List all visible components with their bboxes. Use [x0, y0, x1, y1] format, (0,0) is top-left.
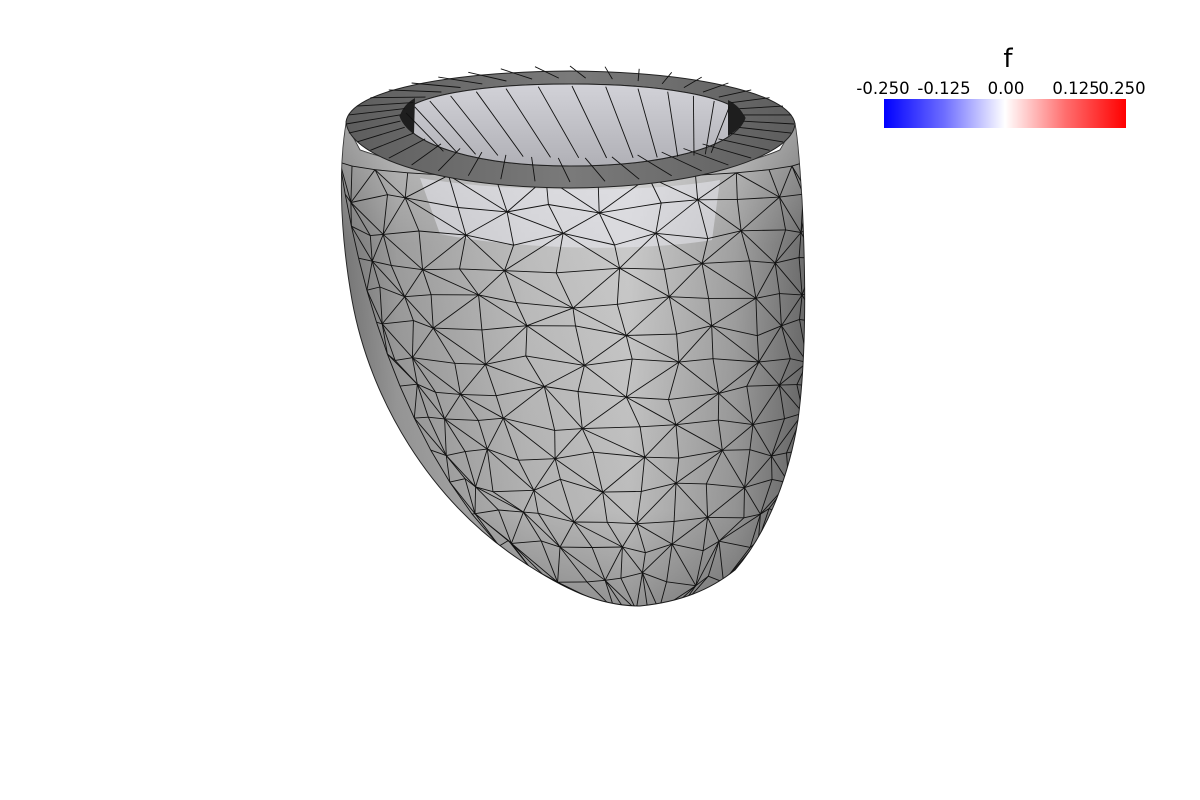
mesh-edge [788, 481, 795, 484]
mesh-edge [814, 354, 817, 386]
mesh-edge [717, 393, 720, 421]
mesh-edge [802, 418, 805, 451]
mesh-edge [781, 482, 790, 515]
colorbar-legend: f -0.250 -0.125 0.00 0.125 0.250 [850, 44, 1160, 134]
colorbar-gradient [884, 99, 1126, 128]
mesh-edge [807, 362, 814, 386]
mesh-edge [350, 202, 352, 227]
mesh-edge [815, 258, 817, 290]
mesh-edge [722, 449, 750, 451]
mesh-edge [758, 540, 766, 547]
mesh-surface [340, 65, 818, 607]
mesh-edge [534, 577, 540, 580]
mesh-edge [771, 455, 773, 480]
mesh-edge [592, 546, 623, 548]
colorbar-tick-label: 0.250 [1098, 79, 1146, 98]
colorbar-tick-label: -0.250 [856, 79, 910, 98]
mesh-edge [793, 449, 804, 483]
mesh-edge [739, 577, 742, 586]
mesh-edge [807, 354, 816, 362]
mesh-edge [817, 322, 818, 354]
mesh-edge [809, 194, 813, 226]
rim-mesh-edge [370, 96, 426, 99]
colorbar-tick-label: 0.125 [1052, 79, 1100, 98]
mesh-edge [538, 573, 543, 580]
mesh-edge [474, 486, 477, 514]
mesh-edge [781, 481, 795, 515]
mesh-edge [743, 487, 745, 518]
mesh-edge [807, 322, 817, 362]
colorbar-tick-label: -0.125 [917, 79, 971, 98]
colorbar-title: f [1003, 44, 1013, 74]
mesh-edge [779, 384, 797, 386]
mesh-edge [810, 386, 814, 418]
mesh-edge [813, 226, 816, 258]
colorbar-tick-label: 0.00 [987, 79, 1025, 98]
mesh-edge [802, 412, 805, 419]
mesh-edge [723, 581, 742, 586]
cavity-mesh-edge [692, 95, 695, 156]
mesh-edge [802, 385, 805, 414]
mesh-edge [803, 162, 805, 195]
